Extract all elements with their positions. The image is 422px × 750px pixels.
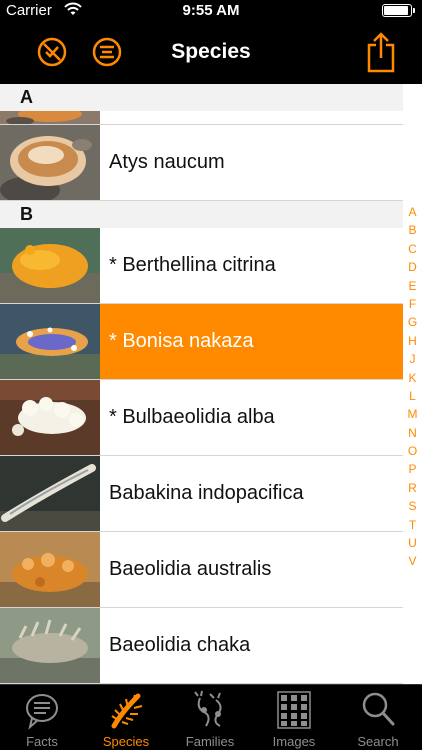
index-letter[interactable]: L: [403, 387, 422, 405]
index-letter[interactable]: P: [403, 460, 422, 478]
battery-icon: [382, 4, 415, 17]
tab-families[interactable]: Families: [168, 685, 252, 750]
species-thumbnail: [0, 608, 100, 683]
species-thumbnail: [0, 125, 100, 200]
species-thumbnail: [0, 456, 100, 531]
top-bar: Carrier 9:55 AM Species: [0, 0, 422, 84]
grid-icon: [277, 691, 311, 729]
species-row[interactable]: Baeolidia chaka: [0, 608, 403, 684]
page-title: Species: [171, 40, 251, 63]
speech-bubble-icon: [26, 694, 58, 730]
tab-species[interactable]: Species: [84, 685, 168, 750]
species-name: * Berthellina citrina: [109, 254, 276, 276]
tab-label: Facts: [26, 734, 58, 749]
index-letter[interactable]: T: [403, 516, 422, 534]
index-letter[interactable]: E: [403, 277, 422, 295]
index-letter[interactable]: H: [403, 332, 422, 350]
species-name: Baeolidia chaka: [109, 634, 251, 656]
index-letter[interactable]: C: [403, 240, 422, 258]
tab-images[interactable]: Images: [252, 685, 336, 750]
index-letter[interactable]: S: [403, 497, 422, 515]
species-row-selected[interactable]: * Bonisa nakaza: [0, 304, 403, 380]
species-row[interactable]: Babakina indopacifica: [0, 456, 403, 532]
index-letter[interactable]: F: [403, 295, 422, 313]
index-letter[interactable]: J: [403, 350, 422, 368]
index-letter[interactable]: R: [403, 479, 422, 497]
families-icon: [194, 690, 222, 727]
species-name: Babakina indopacifica: [109, 482, 304, 504]
status-time: 9:55 AM: [182, 2, 240, 19]
index-letter[interactable]: B: [403, 221, 422, 239]
species-thumbnail: [0, 304, 100, 379]
species-thumbnail: [0, 228, 100, 303]
tab-search[interactable]: Search: [336, 685, 420, 750]
species-thumbnail: [0, 111, 100, 124]
section-index[interactable]: A B C D E F G H J K L M N O P R S T U V: [403, 203, 422, 571]
tab-label: Families: [185, 734, 235, 749]
index-letter[interactable]: K: [403, 369, 422, 387]
species-thumbnail: [0, 380, 100, 455]
index-letter[interactable]: U: [403, 534, 422, 552]
index-letter[interactable]: V: [403, 552, 422, 570]
tab-facts[interactable]: Facts: [0, 685, 84, 750]
species-name: Atys naucum: [109, 151, 225, 173]
magnifier-icon: [362, 692, 395, 726]
species-list[interactable]: A Atys naucum B * Berthellina citrina * …: [0, 84, 403, 684]
tab-label: Images: [272, 734, 316, 749]
index-letter[interactable]: N: [403, 424, 422, 442]
status-bar: Carrier 9:55 AM: [0, 0, 422, 22]
species-row[interactable]: * Bulbaeolidia alba: [0, 380, 403, 456]
index-letter[interactable]: O: [403, 442, 422, 460]
index-letter[interactable]: G: [403, 313, 422, 331]
species-name: * Bulbaeolidia alba: [109, 406, 275, 428]
section-header-b: B: [0, 201, 403, 228]
species-row[interactable]: Baeolidia australis: [0, 532, 403, 608]
species-row[interactable]: * Berthellina citrina: [0, 228, 403, 304]
share-icon[interactable]: [367, 31, 395, 73]
tab-label: Species: [102, 734, 150, 749]
index-letter[interactable]: D: [403, 258, 422, 276]
nudibranch-icon: [111, 693, 143, 729]
tab-label: Search: [357, 734, 399, 749]
species-name: * Bonisa nakaza: [109, 330, 254, 352]
index-letter[interactable]: A: [403, 203, 422, 221]
tab-bar: Facts Species Families Images Search: [0, 684, 422, 750]
species-name: Baeolidia australis: [109, 558, 272, 580]
species-thumbnail: [0, 532, 100, 607]
species-row[interactable]: [0, 111, 403, 125]
index-letter[interactable]: M: [403, 405, 422, 423]
species-row[interactable]: Atys naucum: [0, 125, 403, 201]
section-header-a: A: [0, 84, 403, 111]
